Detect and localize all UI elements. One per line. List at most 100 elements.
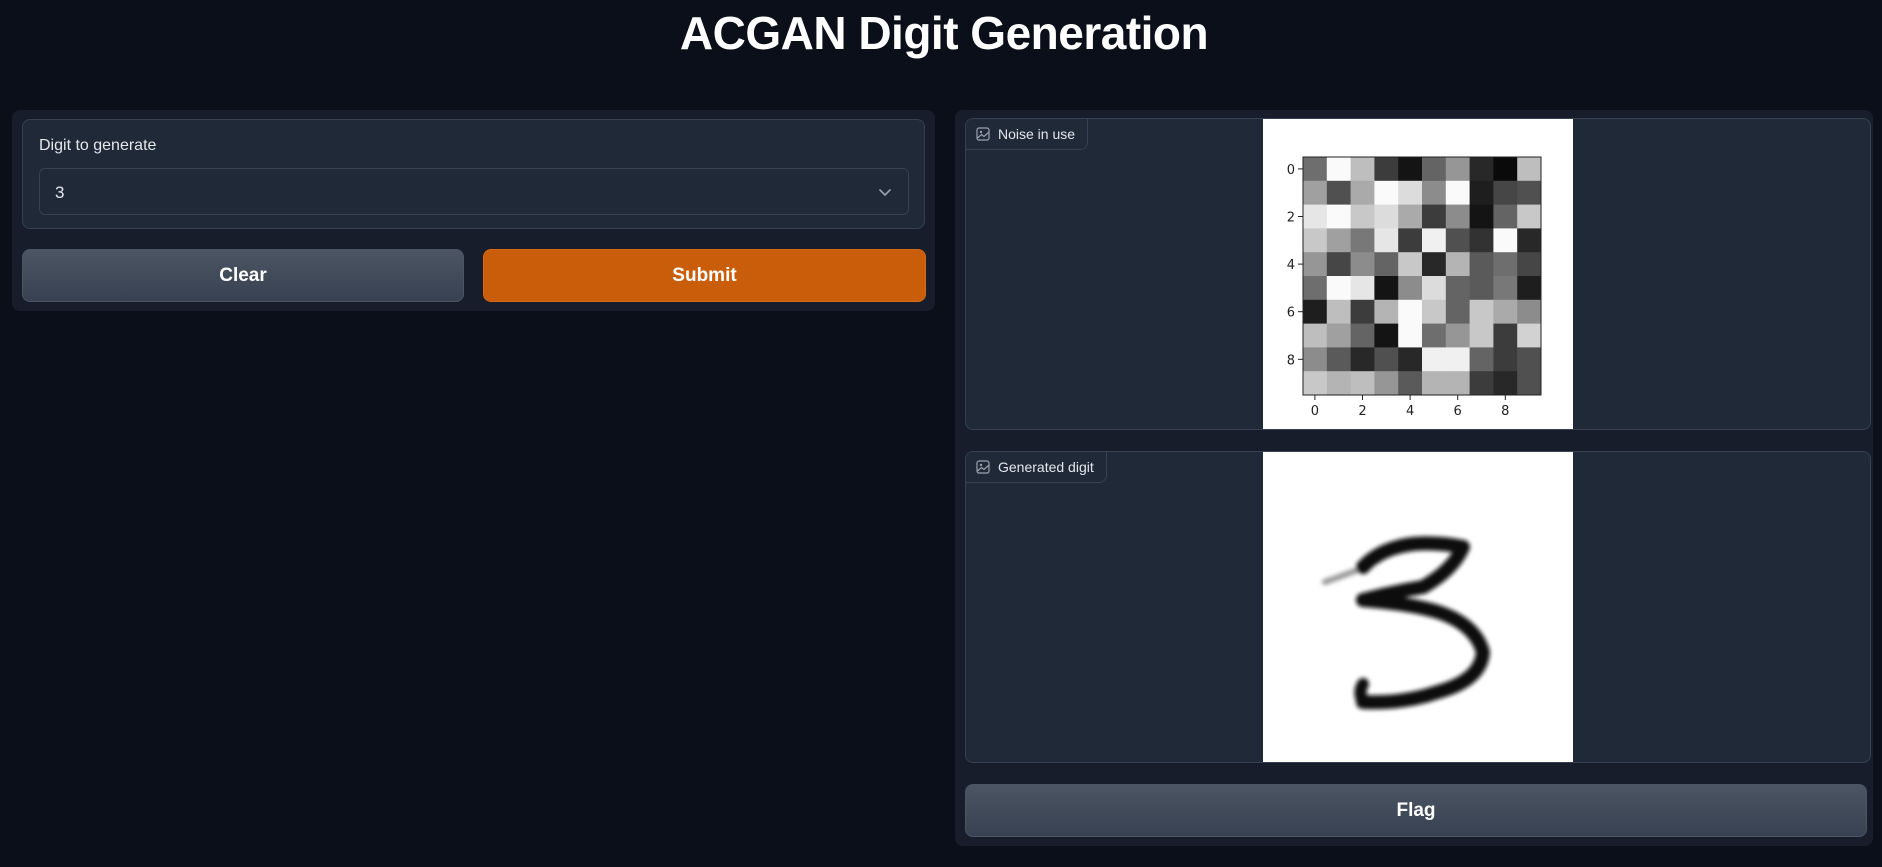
noise-cell — [1493, 299, 1518, 324]
noise-cell — [1422, 299, 1447, 324]
noise-cell — [1445, 323, 1470, 348]
noise-cell — [1350, 276, 1375, 301]
noise-cell — [1469, 180, 1494, 205]
noise-cell — [1493, 252, 1518, 277]
noise-cell — [1326, 228, 1351, 253]
input-panel: Digit to generate 3 Clear Submit — [12, 110, 935, 311]
noise-cell — [1303, 299, 1328, 324]
noise-cell — [1374, 204, 1399, 229]
noise-cell — [1303, 204, 1328, 229]
noise-cell — [1350, 323, 1375, 348]
noise-cell — [1517, 347, 1542, 372]
noise-cell — [1422, 276, 1447, 301]
noise-cell — [1517, 299, 1542, 324]
y-tick-label: 2 — [1287, 211, 1295, 226]
generated-image-output: Generated digit — [965, 451, 1871, 763]
x-tick-label: 2 — [1358, 404, 1366, 419]
noise-cell — [1445, 276, 1470, 301]
noise-cell — [1398, 371, 1423, 396]
digit-dropdown-label: Digit to generate — [39, 137, 157, 154]
noise-cell — [1303, 276, 1328, 301]
noise-cell — [1469, 371, 1494, 396]
noise-cell — [1517, 157, 1542, 182]
noise-image-output: Noise in use 0 0 2 2 4 4 6 6 8 8 — [965, 118, 1871, 430]
noise-cell — [1493, 276, 1518, 301]
y-tick-label: 6 — [1287, 306, 1295, 321]
generated-digit-drawing — [1322, 536, 1490, 710]
noise-cell — [1445, 157, 1470, 182]
noise-cell — [1350, 157, 1375, 182]
noise-cell — [1493, 323, 1518, 348]
noise-cell — [1517, 180, 1542, 205]
noise-cell — [1493, 347, 1518, 372]
noise-image: 0 0 2 2 4 4 6 6 8 8 — [1263, 119, 1573, 429]
noise-cell — [1326, 299, 1351, 324]
noise-cell — [1374, 252, 1399, 277]
noise-image-label-text: Noise in use — [998, 126, 1076, 142]
noise-cell — [1493, 204, 1518, 229]
noise-cell — [1350, 347, 1375, 372]
noise-cell — [1350, 180, 1375, 205]
noise-cell — [1469, 299, 1494, 324]
noise-cell — [1303, 252, 1328, 277]
noise-cell — [1350, 252, 1375, 277]
clear-button[interactable]: Clear — [22, 249, 464, 302]
noise-cell — [1493, 180, 1518, 205]
noise-cell — [1398, 228, 1423, 253]
digit-dropdown[interactable]: 3 — [39, 168, 909, 215]
noise-cell — [1374, 180, 1399, 205]
noise-cell — [1445, 371, 1470, 396]
noise-cell — [1469, 228, 1494, 253]
noise-cell — [1398, 347, 1423, 372]
noise-cell — [1517, 323, 1542, 348]
noise-cell — [1469, 252, 1494, 277]
page-title: ACGAN Digit Generation — [679, 7, 1209, 59]
y-tick-label: 0 — [1287, 163, 1295, 178]
y-tick-label: 8 — [1287, 353, 1295, 368]
noise-cell — [1350, 228, 1375, 253]
noise-cell — [1398, 204, 1423, 229]
noise-cell — [1374, 276, 1399, 301]
flag-button[interactable]: Flag — [965, 784, 1867, 837]
noise-cell — [1422, 371, 1447, 396]
noise-cell — [1374, 299, 1399, 324]
noise-cell — [1422, 157, 1447, 182]
noise-cell — [1326, 276, 1351, 301]
noise-cell — [1445, 204, 1470, 229]
noise-cell — [1326, 371, 1351, 396]
noise-cell — [1469, 276, 1494, 301]
noise-cell — [1517, 252, 1542, 277]
noise-cell — [1445, 228, 1470, 253]
generated-digit-image — [1263, 452, 1573, 762]
x-tick-label: 8 — [1501, 404, 1509, 419]
noise-cell — [1326, 347, 1351, 372]
noise-cell — [1398, 276, 1423, 301]
generated-image-label-text: Generated digit — [998, 459, 1094, 475]
noise-cell — [1398, 180, 1423, 205]
noise-cell — [1374, 228, 1399, 253]
noise-cell — [1469, 323, 1494, 348]
noise-cell — [1374, 347, 1399, 372]
noise-cell — [1445, 180, 1470, 205]
image-icon — [976, 460, 990, 474]
noise-cell — [1469, 204, 1494, 229]
noise-cell — [1493, 228, 1518, 253]
noise-cell — [1303, 228, 1328, 253]
noise-cell — [1469, 347, 1494, 372]
y-tick-label: 4 — [1287, 258, 1295, 273]
noise-cell — [1374, 157, 1399, 182]
x-tick-label: 6 — [1454, 404, 1462, 419]
noise-cell — [1303, 323, 1328, 348]
noise-cell — [1326, 323, 1351, 348]
chevron-down-icon — [879, 189, 891, 196]
noise-cell — [1398, 323, 1423, 348]
x-tick-label: 4 — [1406, 404, 1414, 419]
noise-cell — [1422, 228, 1447, 253]
noise-cell — [1422, 323, 1447, 348]
submit-button[interactable]: Submit — [483, 249, 926, 302]
image-icon — [976, 127, 990, 141]
noise-cell — [1374, 323, 1399, 348]
noise-cell — [1398, 157, 1423, 182]
noise-cell — [1445, 299, 1470, 324]
noise-cell — [1517, 228, 1542, 253]
